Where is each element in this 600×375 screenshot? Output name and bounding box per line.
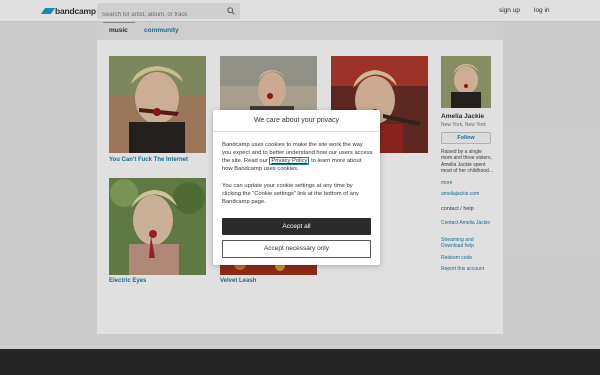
accept-necessary-button[interactable]: Accept necessary only [222,240,371,258]
privacy-policy-link[interactable]: Privacy Policy [269,157,310,166]
cookie-description: Bandcamp uses cookies to make the site w… [222,141,373,173]
cookie-settings-note: You can update your cookie settings at a… [222,183,359,206]
cookie-consent-dialog: We care about your privacy Bandcamp uses… [213,110,380,265]
dialog-title: We care about your privacy [213,110,380,132]
accept-all-button[interactable]: Accept all [222,218,371,235]
